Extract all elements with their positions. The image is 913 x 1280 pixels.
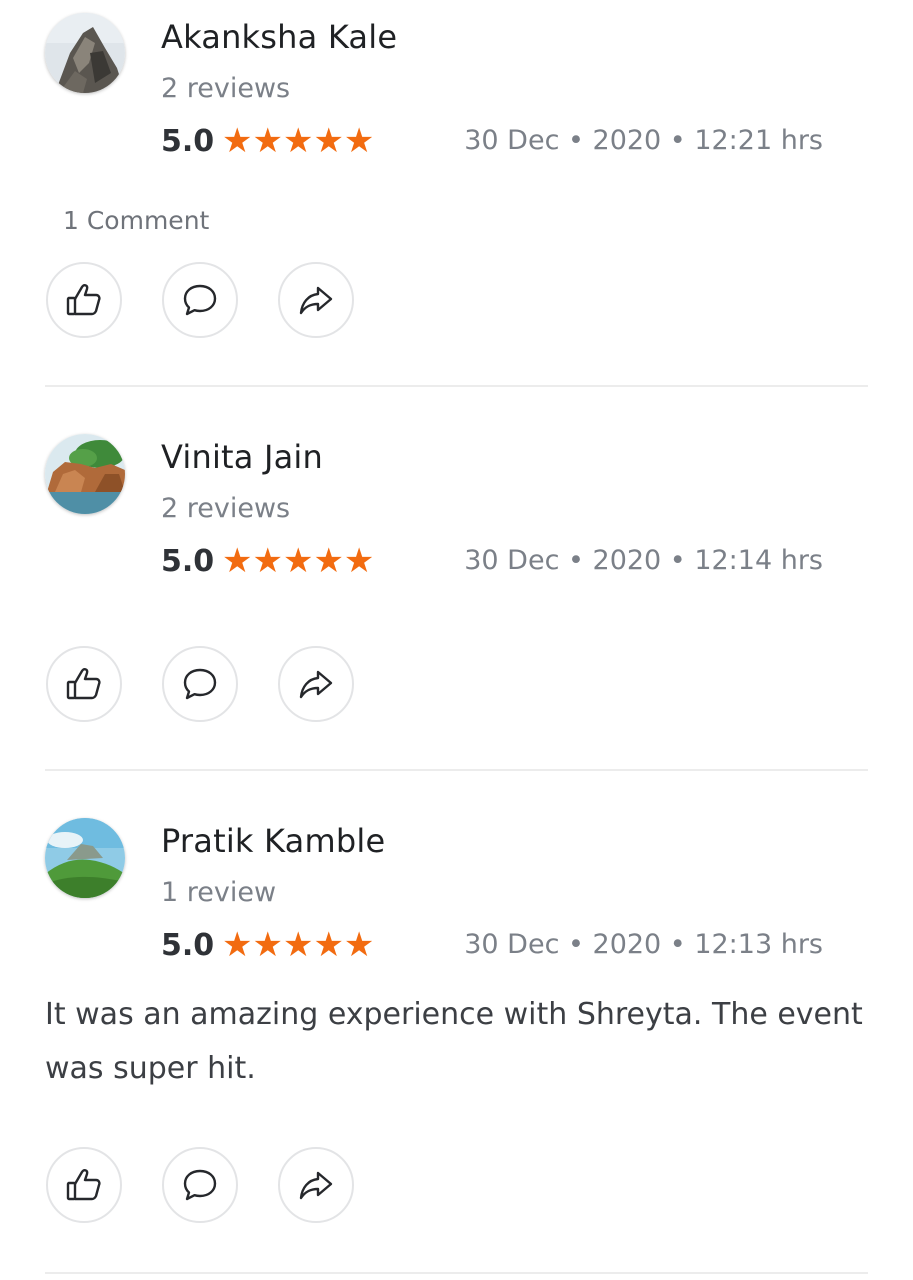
rating-value: 5.0 xyxy=(161,544,215,579)
user-avatar[interactable] xyxy=(45,13,125,93)
share-arrow-icon xyxy=(299,1171,333,1200)
reviewer-review-count[interactable]: 2 reviews xyxy=(161,493,290,524)
comment-bubble-icon xyxy=(183,668,217,700)
divider xyxy=(45,385,868,387)
rating-stars: ★★★★★ xyxy=(222,541,375,581)
comment-bubble-icon xyxy=(183,284,217,316)
like-button[interactable] xyxy=(46,1147,122,1223)
rating-value: 5.0 xyxy=(161,124,215,159)
divider xyxy=(45,769,868,771)
comment-bubble-icon xyxy=(183,1169,217,1201)
comment-button[interactable] xyxy=(162,646,238,722)
thumbs-up-icon xyxy=(66,668,101,700)
review-date: 30 Dec • 2020 • 12:21 hrs xyxy=(464,125,823,156)
reviewer-review-count[interactable]: 1 review xyxy=(161,877,276,908)
green-hill-avatar-icon xyxy=(45,818,125,898)
share-button[interactable] xyxy=(278,262,354,338)
review-date: 30 Dec • 2020 • 12:14 hrs xyxy=(464,545,823,576)
rating-stars: ★★★★★ xyxy=(222,121,375,161)
reviewer-name[interactable]: Akanksha Kale xyxy=(161,18,397,56)
thumbs-up-icon xyxy=(66,284,101,316)
reviewer-name[interactable]: Vinita Jain xyxy=(161,438,323,476)
share-button[interactable] xyxy=(278,646,354,722)
share-button[interactable] xyxy=(278,1147,354,1223)
like-button[interactable] xyxy=(46,262,122,338)
user-avatar[interactable] xyxy=(45,434,125,514)
comment-button[interactable] xyxy=(162,1147,238,1223)
review-card: Pratik Kamble 1 review 5.0 ★★★★★ 30 Dec … xyxy=(0,804,913,1274)
reviewer-review-count[interactable]: 2 reviews xyxy=(161,73,290,104)
comment-button[interactable] xyxy=(162,262,238,338)
rocky-peak-avatar-icon xyxy=(45,13,125,93)
divider xyxy=(45,1272,868,1274)
coastal-cliff-avatar-icon xyxy=(45,434,125,514)
comment-count-link[interactable]: 1 Comment xyxy=(63,206,209,235)
rating-stars: ★★★★★ xyxy=(222,925,375,965)
review-date: 30 Dec • 2020 • 12:13 hrs xyxy=(464,929,823,960)
review-text: It was an amazing experience with Shreyt… xyxy=(45,997,863,1086)
review-card: Akanksha Kale 2 reviews 5.0 ★★★★★ 30 Dec… xyxy=(0,0,913,386)
review-card: Vinita Jain 2 reviews 5.0 ★★★★★ 30 Dec •… xyxy=(0,420,913,770)
like-button[interactable] xyxy=(46,646,122,722)
reviewer-name[interactable]: Pratik Kamble xyxy=(161,822,385,860)
rating-value: 5.0 xyxy=(161,928,215,963)
share-arrow-icon xyxy=(299,286,333,315)
thumbs-up-icon xyxy=(66,1169,101,1201)
share-arrow-icon xyxy=(299,670,333,699)
user-avatar[interactable] xyxy=(45,818,125,898)
